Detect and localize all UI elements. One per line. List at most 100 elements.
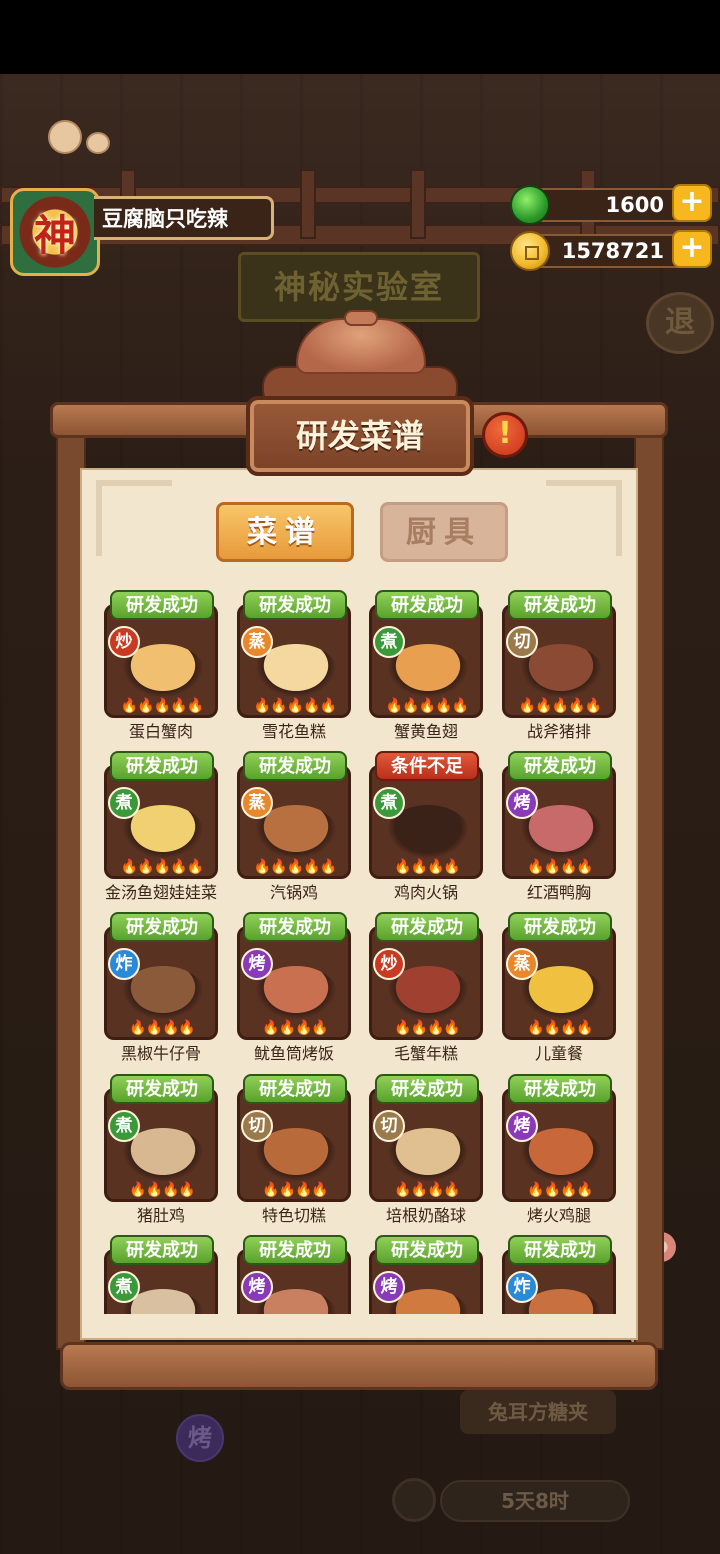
difficulty-flames: 🔥🔥🔥🔥🔥 xyxy=(385,698,469,714)
cook-method-icon: 烤 xyxy=(373,1271,405,1303)
add-coins-button[interactable]: + xyxy=(672,230,712,268)
recipe-status: 研发成功 xyxy=(110,912,214,942)
difficulty-flames: 🔥🔥🔥🔥🔥 xyxy=(253,859,337,875)
recipe-card[interactable]: 研发成功 煮 🔥🔥🔥🔥 猪肚鸡 xyxy=(104,1072,228,1225)
recipe-card[interactable]: 研发成功 蒸 🔥🔥🔥🔥🔥 汽锅鸡 xyxy=(237,749,361,902)
recipe-grid: 研发成功 炒 🔥🔥🔥🔥🔥 蛋白蟹肉 研发成功 蒸 🔥🔥🔥🔥🔥 雪花鱼糕 研发成功… xyxy=(96,588,624,1314)
difficulty-flames: 🔥🔥🔥🔥 xyxy=(129,1182,196,1198)
recipe-name: 儿童餐 xyxy=(534,1044,583,1063)
recipe-card[interactable]: 研发成功 切 🔥🔥🔥🔥🔥 战斧猪排 xyxy=(502,588,624,741)
chick-decoration xyxy=(86,132,110,154)
recipe-status: 研发成功 xyxy=(508,1074,612,1104)
recipe-card[interactable]: 研发成功 炸 xyxy=(502,1233,624,1314)
add-gems-button[interactable]: + xyxy=(672,184,712,222)
recipe-status: 研发成功 xyxy=(110,751,214,781)
difficulty-flames: 🔥🔥🔥🔥🔥 xyxy=(518,698,602,714)
recipe-status: 研发成功 xyxy=(508,1235,612,1265)
recipe-card[interactable]: 研发成功 煮 🔥🔥🔥🔥🔥 金汤鱼翅娃娃菜 xyxy=(104,749,228,902)
difficulty-flames: 🔥🔥🔥🔥 xyxy=(527,1020,594,1036)
player-name: 豆腐脑只吃辣 xyxy=(94,196,274,240)
panel-title-plaque: 研发菜谱 xyxy=(246,396,474,476)
recipe-name: 黑椒牛仔骨 xyxy=(120,1044,201,1063)
recipe-card[interactable]: 条件不足 煮 🔥🔥🔥🔥 鸡肉火锅 xyxy=(369,749,493,902)
recipe-card[interactable]: 研发成功 切 🔥🔥🔥🔥 特色切糕 xyxy=(237,1072,361,1225)
timer-label: 5天8时 xyxy=(440,1480,630,1522)
recipe-card[interactable]: 研发成功 蒸 🔥🔥🔥🔥🔥 雪花鱼糕 xyxy=(237,588,361,741)
tab-kitchenware[interactable]: 厨具 xyxy=(380,502,508,562)
recipe-status: 研发成功 xyxy=(243,1235,347,1265)
recipe-card[interactable]: 研发成功 煮 🔥🔥🔥🔥🔥 蟹黄鱼翅 xyxy=(369,588,493,741)
dish-name-label: 兔耳方糖夹 xyxy=(460,1390,616,1434)
clock-icon xyxy=(392,1478,436,1522)
info-button[interactable]: ! xyxy=(482,412,528,458)
difficulty-flames: 🔥🔥🔥🔥🔥 xyxy=(253,698,337,714)
difficulty-flames: 🔥🔥🔥🔥🔥 xyxy=(120,698,204,714)
cook-method-icon: 煮 xyxy=(108,1271,140,1303)
cook-method-icon: 炸 xyxy=(506,1271,538,1303)
recipe-status: 条件不足 xyxy=(375,751,479,781)
cook-method-icon: 切 xyxy=(506,626,538,658)
recipe-status: 研发成功 xyxy=(375,1235,479,1265)
roast-method-icon: 烤 xyxy=(176,1414,224,1462)
difficulty-flames: 🔥🔥🔥🔥 xyxy=(129,1020,196,1036)
difficulty-flames: 🔥🔥🔥🔥 xyxy=(527,1182,594,1198)
recipe-name: 鱿鱼筒烤饭 xyxy=(253,1044,334,1063)
recipe-name: 特色切糕 xyxy=(261,1206,326,1225)
cook-method-icon: 切 xyxy=(373,1110,405,1142)
recipe-status: 研发成功 xyxy=(243,590,347,620)
tab-recipes[interactable]: 菜谱 xyxy=(216,502,354,562)
recipe-card[interactable]: 研发成功 炸 🔥🔥🔥🔥 黑椒牛仔骨 xyxy=(104,910,228,1063)
recipe-card[interactable]: 研发成功 蒸 🔥🔥🔥🔥 儿童餐 xyxy=(502,910,624,1063)
chick-decoration xyxy=(48,120,82,154)
difficulty-flames: 🔥🔥🔥🔥 xyxy=(262,1020,329,1036)
avatar-char: 神 xyxy=(33,210,76,260)
difficulty-flames: 🔥🔥🔥🔥 xyxy=(394,859,461,875)
recipe-card[interactable]: 研发成功 炒 🔥🔥🔥🔥 毛蟹年糕 xyxy=(369,910,493,1063)
cook-method-icon: 煮 xyxy=(373,787,405,819)
difficulty-flames: 🔥🔥🔥🔥 xyxy=(394,1182,461,1198)
recipe-card[interactable]: 研发成功 烤 xyxy=(369,1233,493,1314)
recipe-name: 猪肚鸡 xyxy=(136,1206,185,1225)
difficulty-flames: 🔥🔥🔥🔥 xyxy=(527,859,594,875)
recipe-name: 红酒鸭胸 xyxy=(526,883,591,902)
player-avatar[interactable]: 神 xyxy=(10,188,100,276)
recipe-card[interactable]: 研发成功 烤 🔥🔥🔥🔥 烤火鸡腿 xyxy=(502,1072,624,1225)
recipe-status: 研发成功 xyxy=(243,912,347,942)
cook-method-icon: 蒸 xyxy=(241,787,273,819)
recipe-status: 研发成功 xyxy=(375,590,479,620)
exit-button[interactable]: 退 xyxy=(646,292,714,354)
recipe-card[interactable]: 研发成功 煮 xyxy=(104,1233,228,1314)
cook-method-icon: 蒸 xyxy=(506,948,538,980)
recipe-name: 汽锅鸡 xyxy=(269,883,318,902)
ceiling-post xyxy=(410,169,426,239)
panel-title: 研发菜谱 xyxy=(295,417,424,455)
recipe-name: 战斧猪排 xyxy=(526,722,591,741)
scroll-bottom-rod xyxy=(60,1342,658,1390)
difficulty-flames: 🔥🔥🔥🔥🔥 xyxy=(120,859,204,875)
recipe-card[interactable]: 研发成功 炒 🔥🔥🔥🔥🔥 蛋白蟹肉 xyxy=(104,588,228,741)
recipe-card[interactable]: 研发成功 烤 🔥🔥🔥🔥 鱿鱼筒烤饭 xyxy=(237,910,361,1063)
cook-method-icon: 煮 xyxy=(373,626,405,658)
cook-method-icon: 炸 xyxy=(108,948,140,980)
recipe-card[interactable]: 研发成功 烤 xyxy=(237,1233,361,1314)
scroll-side xyxy=(634,430,664,1350)
coin-icon xyxy=(510,231,550,271)
ceiling-post xyxy=(300,169,316,239)
recipe-status: 研发成功 xyxy=(375,912,479,942)
cook-method-icon: 切 xyxy=(241,1110,273,1142)
recipe-name: 鸡肉火锅 xyxy=(393,883,458,902)
recipe-status: 研发成功 xyxy=(110,1235,214,1265)
recipe-status: 研发成功 xyxy=(243,1074,347,1104)
cook-method-icon: 烤 xyxy=(506,787,538,819)
cook-method-icon: 炒 xyxy=(108,626,140,658)
recipe-card[interactable]: 研发成功 烤 🔥🔥🔥🔥 红酒鸭胸 xyxy=(502,749,624,902)
status-bar xyxy=(0,0,720,74)
recipe-status: 研发成功 xyxy=(508,751,612,781)
recipe-card[interactable]: 研发成功 切 🔥🔥🔥🔥 培根奶酪球 xyxy=(369,1072,493,1225)
cook-method-icon: 烤 xyxy=(241,948,273,980)
recipe-status: 研发成功 xyxy=(508,590,612,620)
pot-knob-decoration xyxy=(344,310,378,326)
recipe-status: 研发成功 xyxy=(508,912,612,942)
recipe-status: 研发成功 xyxy=(110,1074,214,1104)
recipe-status: 研发成功 xyxy=(110,590,214,620)
